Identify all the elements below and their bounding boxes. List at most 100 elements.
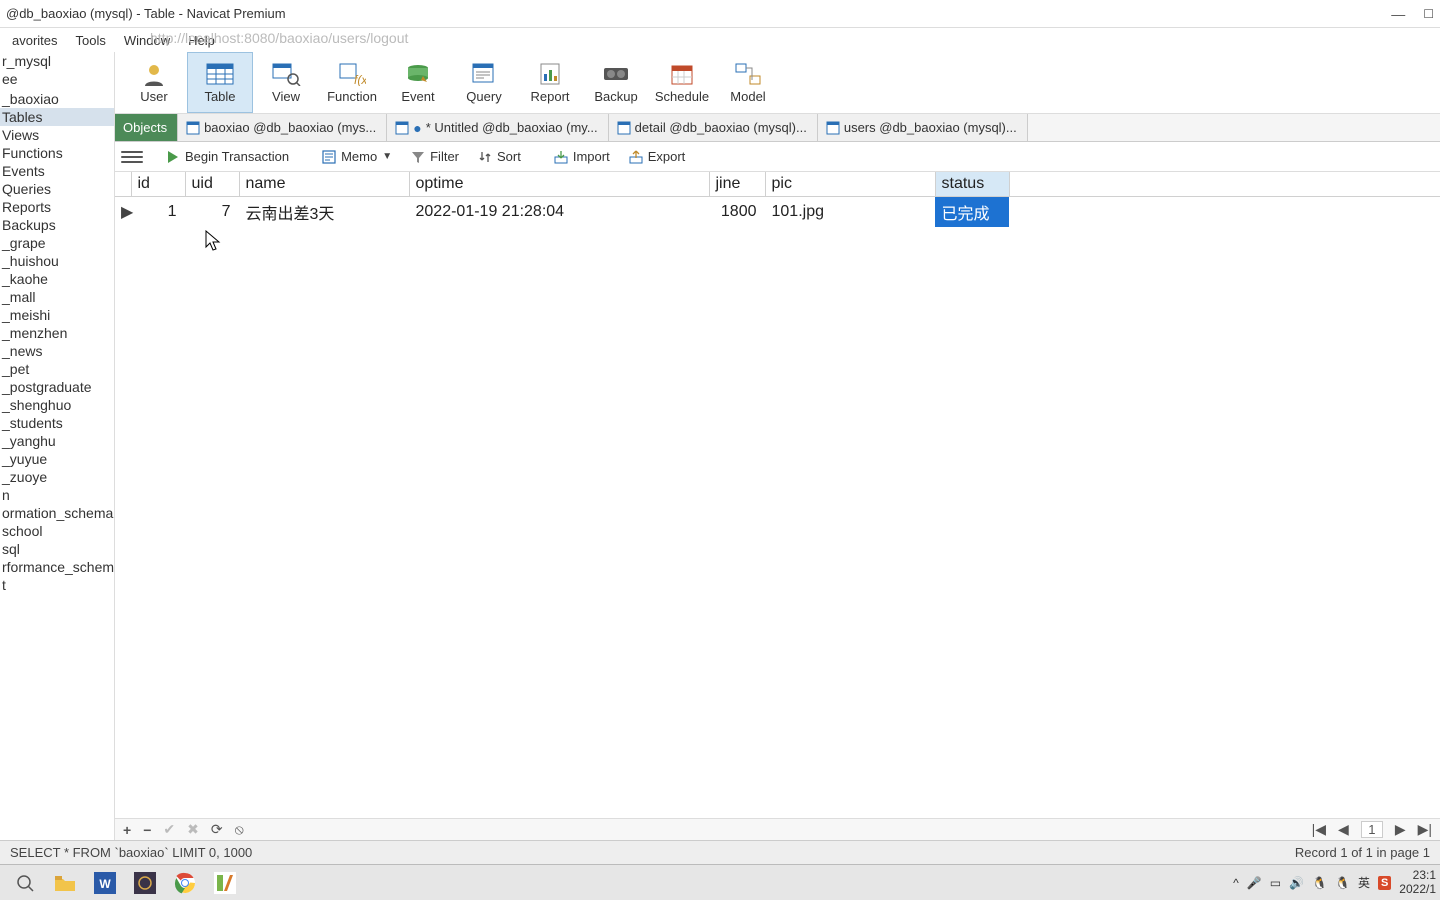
toolbar-model-button[interactable]: Model — [715, 52, 781, 113]
menu-tools[interactable]: Tools — [68, 31, 114, 50]
taskbar-search[interactable] — [10, 868, 40, 898]
menu-help[interactable]: Help — [180, 31, 223, 50]
cell-status[interactable]: 已完成 — [935, 197, 1009, 228]
begin-transaction-button[interactable]: Begin Transaction — [157, 147, 297, 167]
sidebar-item-Views[interactable]: Views — [0, 126, 114, 144]
sidebar-item-school[interactable]: school — [0, 522, 114, 540]
cell-id[interactable]: 1 — [131, 197, 185, 228]
sidebar-item-t[interactable]: t — [0, 576, 114, 594]
cell-pic[interactable]: 101.jpg — [765, 197, 935, 228]
col-header-jine[interactable]: jine — [709, 172, 765, 197]
prev-page-button[interactable]: ◀ — [1338, 821, 1349, 838]
sidebar-item-_news[interactable]: _news — [0, 342, 114, 360]
menu-favorites[interactable]: avorites — [4, 31, 66, 50]
sidebar-item-_meishi[interactable]: _meishi — [0, 306, 114, 324]
toolbar-user-button[interactable]: User — [121, 52, 187, 113]
data-grid[interactable]: iduidnameoptimejinepicstatus▶17云南出差3天202… — [115, 172, 1440, 818]
cell-jine[interactable]: 1800 — [709, 197, 765, 228]
taskbar-file-explorer[interactable] — [50, 868, 80, 898]
col-header-optime[interactable]: optime — [409, 172, 709, 197]
memo-button[interactable]: Memo▼ — [313, 147, 400, 167]
sidebar-item-r_mysql[interactable]: r_mysql — [0, 52, 114, 70]
taskbar-ide[interactable] — [130, 868, 160, 898]
sidebar-item-Queries[interactable]: Queries — [0, 180, 114, 198]
tab--untitled-db-baoxiao-my-[interactable]: ●* Untitled @db_baoxiao (my... — [387, 114, 608, 141]
first-page-button[interactable]: |◀ — [1312, 821, 1326, 838]
tab-detail-db-baoxiao-mysql-[interactable]: detail @db_baoxiao (mysql)... — [609, 114, 818, 141]
sidebar-item-Events[interactable]: Events — [0, 162, 114, 180]
sidebar-item-_postgraduate[interactable]: _postgraduate — [0, 378, 114, 396]
sort-button[interactable]: Sort — [469, 147, 529, 167]
sidebar-item-_shenghuo[interactable]: _shenghuo — [0, 396, 114, 414]
cell-name[interactable]: 云南出差3天 — [239, 197, 409, 228]
taskbar-word[interactable]: W — [90, 868, 120, 898]
toolbar-event-button[interactable]: Event — [385, 52, 451, 113]
tray-qq1-icon[interactable]: 🐧 — [1312, 876, 1327, 890]
import-button[interactable]: Import — [545, 147, 618, 167]
next-page-button[interactable]: ▶ — [1395, 821, 1406, 838]
sidebar-item-_zuoye[interactable]: _zuoye — [0, 468, 114, 486]
toolbar-table-button[interactable]: Table — [187, 52, 253, 113]
col-header-name[interactable]: name — [239, 172, 409, 197]
stop-button[interactable]: ⦸ — [235, 821, 244, 838]
remove-row-button[interactable]: − — [143, 822, 151, 838]
minimize-button[interactable]: — — [1391, 6, 1405, 22]
nav-sidebar[interactable]: r_mysqlee _baoxiaoTablesViewsFunctionsEve… — [0, 52, 115, 840]
cell-uid[interactable]: 7 — [185, 197, 239, 228]
sidebar-item-Functions[interactable]: Functions — [0, 144, 114, 162]
sidebar-item-sql[interactable]: sql — [0, 540, 114, 558]
sidebar-item-ee[interactable]: ee — [0, 70, 114, 88]
hamburger-button[interactable] — [121, 147, 143, 167]
tray-chevron-up-icon[interactable]: ^ — [1233, 876, 1239, 890]
taskbar-clock[interactable]: 23:1 2022/1 — [1399, 869, 1436, 895]
toolbar-backup-button[interactable]: Backup — [583, 52, 649, 113]
tray-qq2-icon[interactable]: 🐧 — [1335, 876, 1350, 890]
apply-button[interactable]: ✔ — [163, 821, 175, 838]
cell-optime[interactable]: 2022-01-19 21:28:04 — [409, 197, 709, 228]
sidebar-item-Tables[interactable]: Tables — [0, 108, 114, 126]
menu-window[interactable]: Window — [116, 31, 178, 50]
filter-button[interactable]: Filter — [402, 147, 467, 167]
sidebar-item-_pet[interactable]: _pet — [0, 360, 114, 378]
tab-objects[interactable]: Objects — [115, 114, 178, 141]
cancel-button[interactable]: ✖ — [187, 821, 199, 838]
taskbar-navicat[interactable] — [210, 868, 240, 898]
tray-volume-icon[interactable]: 🔊 — [1289, 876, 1304, 890]
sidebar-item-_students[interactable]: _students — [0, 414, 114, 432]
sidebar-item-_menzhen[interactable]: _menzhen — [0, 324, 114, 342]
col-header-status[interactable]: status — [935, 172, 1009, 197]
tray-ime-icon[interactable]: 英 — [1358, 874, 1370, 891]
toolbar-function-button[interactable]: f(x)Function — [319, 52, 385, 113]
sidebar-item-_huishou[interactable]: _huishou — [0, 252, 114, 270]
last-page-button[interactable]: ▶| — [1418, 821, 1432, 838]
sidebar-item-Backups[interactable]: Backups — [0, 216, 114, 234]
tab-baoxiao-db-baoxiao-mys-[interactable]: baoxiao @db_baoxiao (mys... — [178, 114, 387, 141]
maximize-button[interactable]: ☐ — [1423, 7, 1434, 21]
toolbar-view-button[interactable]: View — [253, 52, 319, 113]
sidebar-item-Reports[interactable]: Reports — [0, 198, 114, 216]
os-taskbar[interactable]: W ^ 🎤 ▭ 🔊 🐧 🐧 英 S 23:1 2022/1 — [0, 864, 1440, 900]
dropdown-caret-icon[interactable]: ▼ — [382, 151, 392, 162]
toolbar-report-button[interactable]: Report — [517, 52, 583, 113]
export-button[interactable]: Export — [620, 147, 694, 167]
tray-mic-icon[interactable]: 🎤 — [1247, 876, 1262, 890]
table-row[interactable]: ▶17云南出差3天2022-01-19 21:28:041800101.jpg已… — [115, 197, 1440, 228]
sidebar-item-_yanghu[interactable]: _yanghu — [0, 432, 114, 450]
taskbar-chrome[interactable] — [170, 868, 200, 898]
col-header-id[interactable]: id — [131, 172, 185, 197]
sidebar-item-n[interactable]: n — [0, 486, 114, 504]
sidebar-item-rformance_schema[interactable]: rformance_schema — [0, 558, 114, 576]
refresh-button[interactable]: ⟳ — [211, 821, 223, 838]
sidebar-item-_grape[interactable]: _grape — [0, 234, 114, 252]
page-number[interactable]: 1 — [1361, 821, 1383, 838]
toolbar-query-button[interactable]: Query — [451, 52, 517, 113]
sidebar-item-_mall[interactable]: _mall — [0, 288, 114, 306]
sidebar-item-_baoxiao[interactable]: _baoxiao — [0, 90, 114, 108]
sidebar-item-_kaohe[interactable]: _kaohe — [0, 270, 114, 288]
tab-users-db-baoxiao-mysql-[interactable]: users @db_baoxiao (mysql)... — [818, 114, 1028, 141]
toolbar-schedule-button[interactable]: Schedule — [649, 52, 715, 113]
col-header-pic[interactable]: pic — [765, 172, 935, 197]
tray-battery-icon[interactable]: ▭ — [1270, 876, 1281, 890]
add-row-button[interactable]: + — [123, 822, 131, 838]
sidebar-item-_yuyue[interactable]: _yuyue — [0, 450, 114, 468]
